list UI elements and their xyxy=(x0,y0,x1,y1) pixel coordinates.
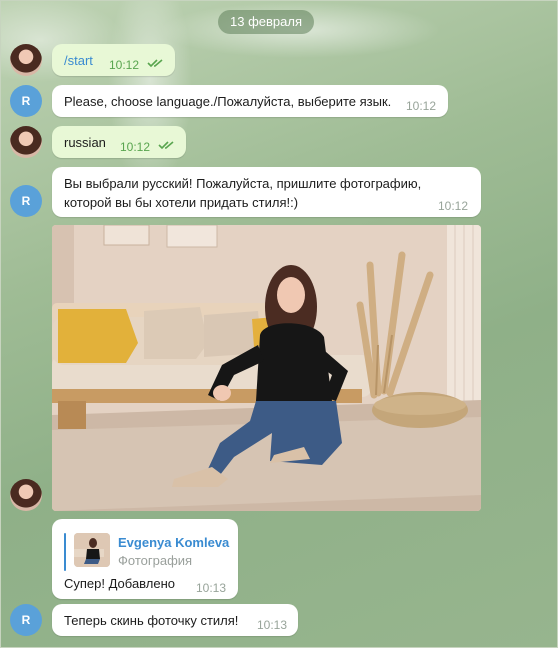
message-text[interactable]: /start xyxy=(64,53,93,68)
bot-avatar[interactable]: R xyxy=(10,85,42,117)
photo-message[interactable] xyxy=(52,225,481,511)
message-bubble-in-reply[interactable]: Evgenya Komleva Фотография Супер! Добавл… xyxy=(52,519,238,599)
message-time: 10:13 xyxy=(196,581,227,595)
message-bubble-in[interactable]: Вы выбрали русский! Пожалуйста, пришлите… xyxy=(52,167,481,217)
double-check-icon xyxy=(158,141,174,150)
photo-thumbnail-icon xyxy=(74,533,110,567)
message-bubble-in[interactable]: Теперь скинь фоточку стиля! 10:13 xyxy=(52,604,298,636)
room-photo-image xyxy=(52,225,481,511)
message-time: 10:13 xyxy=(257,618,288,632)
reply-accent-bar xyxy=(64,533,66,571)
user-avatar[interactable] xyxy=(10,126,42,158)
message-bubble-in[interactable]: Please, choose language./Пожалуйста, выб… xyxy=(52,85,448,117)
message-bubble-out[interactable]: /start 10:12 xyxy=(52,44,175,76)
message-text[interactable]: Please, choose language./Пожалуйста, выб… xyxy=(64,94,391,109)
user-avatar[interactable] xyxy=(10,479,42,511)
message-time: 10:12 xyxy=(109,58,140,72)
message-text[interactable]: Теперь скинь фоточку стиля! xyxy=(64,613,238,628)
bot-avatar[interactable]: R xyxy=(10,185,42,217)
reply-media-label: Фотография xyxy=(118,553,193,568)
message-time: 10:12 xyxy=(438,199,469,213)
user-avatar[interactable] xyxy=(10,44,42,76)
message-text[interactable]: Супер! Добавлено xyxy=(64,576,175,591)
reply-author-name[interactable]: Evgenya Komleva xyxy=(118,535,229,550)
double-check-icon xyxy=(147,59,163,68)
message-text[interactable]: russian xyxy=(64,135,106,150)
reply-photo-thumbnail[interactable] xyxy=(74,533,110,567)
date-separator: 13 февраля xyxy=(218,10,314,34)
message-text-line-1[interactable]: Вы выбрали русский! Пожалуйста, пришлите… xyxy=(64,176,421,191)
message-time: 10:12 xyxy=(406,99,437,113)
message-time: 10:12 xyxy=(120,140,151,154)
message-text-line-2[interactable]: которой вы бы хотели придать стиля!:) xyxy=(64,195,298,210)
message-bubble-out[interactable]: russian 10:12 xyxy=(52,126,186,158)
bot-avatar[interactable]: R xyxy=(10,604,42,636)
